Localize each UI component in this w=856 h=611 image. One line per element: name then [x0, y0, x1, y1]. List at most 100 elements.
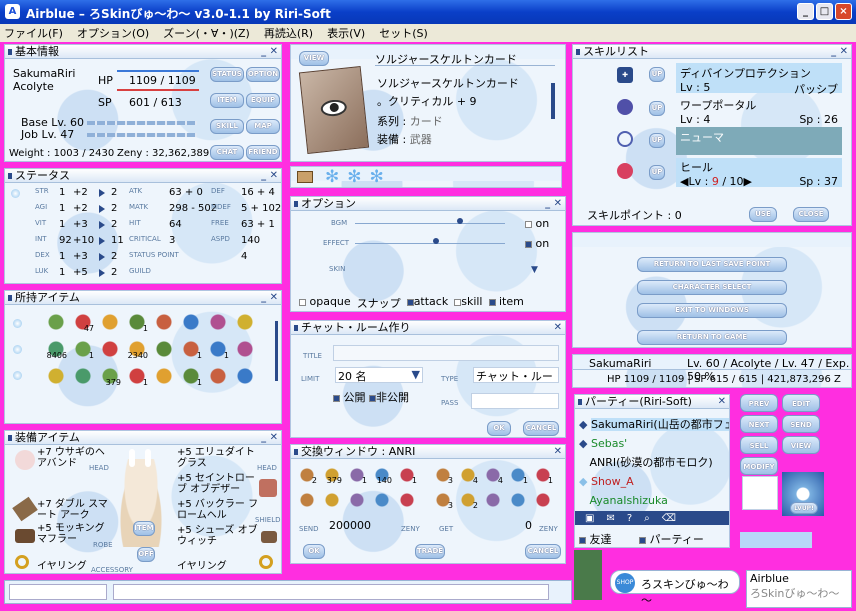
trade-item[interactable]: [508, 490, 528, 510]
window-controls[interactable]: _ ✕: [545, 197, 562, 210]
item-button[interactable]: ITEM: [210, 93, 244, 108]
return-game-button[interactable]: RETURN TO GAME: [637, 330, 787, 345]
party-member[interactable]: AyanaIshizuka: [579, 491, 729, 510]
trade-item[interactable]: [483, 490, 503, 510]
stat-raise-icon[interactable]: [99, 237, 105, 245]
chat-button[interactable]: CHAT: [210, 145, 244, 160]
inventory-item[interactable]: 1: [72, 338, 94, 360]
window-controls[interactable]: _ ✕: [831, 45, 848, 58]
window-controls[interactable]: ✕: [554, 445, 562, 458]
trade-item[interactable]: 140: [372, 465, 392, 485]
inventory-item[interactable]: [72, 365, 94, 387]
item-checkbox[interactable]: item: [499, 295, 524, 308]
equip-item-button[interactable]: ITEM: [133, 521, 155, 536]
party-info-icon[interactable]: ▣: [585, 513, 594, 524]
window-controls[interactable]: _ ✕: [261, 169, 278, 182]
view-button[interactable]: VIEW: [299, 51, 329, 66]
tab-equip-dot[interactable]: [13, 345, 22, 354]
close-button[interactable]: ×: [835, 3, 852, 20]
party-help-icon[interactable]: ?: [627, 513, 632, 524]
use-button[interactable]: USE: [749, 207, 777, 222]
trade-item[interactable]: 1: [347, 465, 367, 485]
stat-raise-icon[interactable]: [99, 253, 105, 261]
inventory-item[interactable]: [234, 311, 256, 333]
close-skill-button[interactable]: CLOSE: [793, 207, 829, 222]
limit-select[interactable]: 20 名 ▼: [335, 367, 423, 383]
party-member[interactable]: ◆ SakumaRiri(山岳の都市フェ: [579, 415, 729, 434]
equip-accessory-left[interactable]: イヤリング: [37, 557, 87, 572]
type-select[interactable]: チャット・ルー: [473, 367, 559, 383]
equip-weapon[interactable]: +7 ダブル スマート アーク: [37, 499, 115, 521]
inventory-item[interactable]: [180, 311, 202, 333]
trade-item[interactable]: [397, 490, 417, 510]
stat-raise-icon[interactable]: [99, 189, 105, 197]
effect-on[interactable]: on: [536, 237, 550, 250]
friend-tab[interactable]: 友達: [590, 533, 612, 546]
inventory-item[interactable]: 1: [126, 365, 148, 387]
skill-row-divine[interactable]: ディバインプロテクション Lv : 5 パッシブ: [676, 63, 842, 96]
map-button[interactable]: MAP: [246, 119, 280, 134]
bgm-slider-thumb[interactable]: [457, 218, 463, 224]
maximize-button[interactable]: □: [816, 3, 833, 20]
inventory-item[interactable]: [153, 338, 175, 360]
character-select-button[interactable]: CHARACTER SELECT: [637, 280, 787, 295]
option-button[interactable]: OPTION: [246, 67, 280, 82]
trade-item[interactable]: 1: [533, 465, 553, 485]
skill-up-button[interactable]: UP: [649, 67, 665, 82]
pass-input[interactable]: [471, 393, 559, 409]
menu-set[interactable]: セット(S): [379, 25, 428, 41]
inventory-item[interactable]: [207, 365, 229, 387]
inventory-item[interactable]: [45, 365, 67, 387]
bgm-on[interactable]: on: [536, 217, 550, 230]
skill-up-button[interactable]: UP: [649, 133, 665, 148]
skill-up-button[interactable]: UP: [649, 101, 665, 116]
private-radio[interactable]: 非公開: [376, 391, 409, 404]
party-member[interactable]: ANRI(砂漠の都市モロク): [579, 453, 729, 472]
window-controls[interactable]: ✕: [718, 395, 726, 408]
inventory-item[interactable]: [153, 365, 175, 387]
trade-item[interactable]: 2: [297, 465, 317, 485]
modify-button[interactable]: MODIFY: [740, 457, 778, 475]
trade-item[interactable]: 4: [483, 465, 503, 485]
skill-checkbox[interactable]: skill: [461, 295, 482, 308]
inventory-item[interactable]: 2340: [126, 338, 148, 360]
sell-button[interactable]: SELL: [740, 436, 778, 454]
inventory-item[interactable]: [234, 365, 256, 387]
opaque-checkbox[interactable]: opaque: [310, 295, 351, 308]
equip-shield[interactable]: +5 バックラー フロームヘル: [177, 499, 259, 521]
stat-raise-icon[interactable]: [99, 221, 105, 229]
inventory-item[interactable]: 47: [72, 311, 94, 333]
inventory-item[interactable]: [99, 338, 121, 360]
trade-item[interactable]: 379: [322, 465, 342, 485]
chat-message-input[interactable]: [113, 584, 549, 600]
trade-button[interactable]: TRADE: [415, 544, 445, 559]
trade-item[interactable]: 3: [433, 490, 453, 510]
inventory-item[interactable]: [99, 311, 121, 333]
chat-target-input[interactable]: [9, 584, 107, 600]
public-radio[interactable]: 公開: [344, 391, 366, 404]
skill-up-button[interactable]: UP: [649, 165, 665, 180]
inventory-scrollbar[interactable]: [275, 321, 278, 381]
trade-item[interactable]: 1: [397, 465, 417, 485]
trade-item[interactable]: [347, 490, 367, 510]
chat-cancel-button[interactable]: CANCEL: [523, 421, 559, 436]
card-scrollbar[interactable]: [551, 83, 555, 119]
trade-item[interactable]: [297, 490, 317, 510]
send-button[interactable]: SEND: [782, 415, 820, 433]
menu-file[interactable]: ファイル(F): [4, 25, 63, 41]
chat-title-input[interactable]: [333, 345, 559, 361]
prev-button[interactable]: PREV: [740, 394, 778, 412]
minimap[interactable]: [574, 550, 602, 600]
inventory-item[interactable]: [207, 311, 229, 333]
party-delete-icon[interactable]: ⌫: [662, 513, 676, 524]
party-search-icon[interactable]: ⌕: [644, 513, 650, 524]
trade-item[interactable]: [533, 490, 553, 510]
skill-row-warp[interactable]: ワープポータル Lv : 4 Sp : 26: [676, 95, 842, 126]
shop-bubble[interactable]: SHOP ろスキンびゅ～わ～: [610, 570, 740, 607]
equip-button[interactable]: EQUIP: [246, 93, 280, 108]
stat-raise-icon[interactable]: [99, 205, 105, 213]
edit-button[interactable]: EDIT: [782, 394, 820, 412]
trade-ok-button[interactable]: OK: [303, 544, 325, 559]
next-button[interactable]: NEXT: [740, 415, 778, 433]
party-member[interactable]: ◆ Sebas': [579, 434, 729, 453]
